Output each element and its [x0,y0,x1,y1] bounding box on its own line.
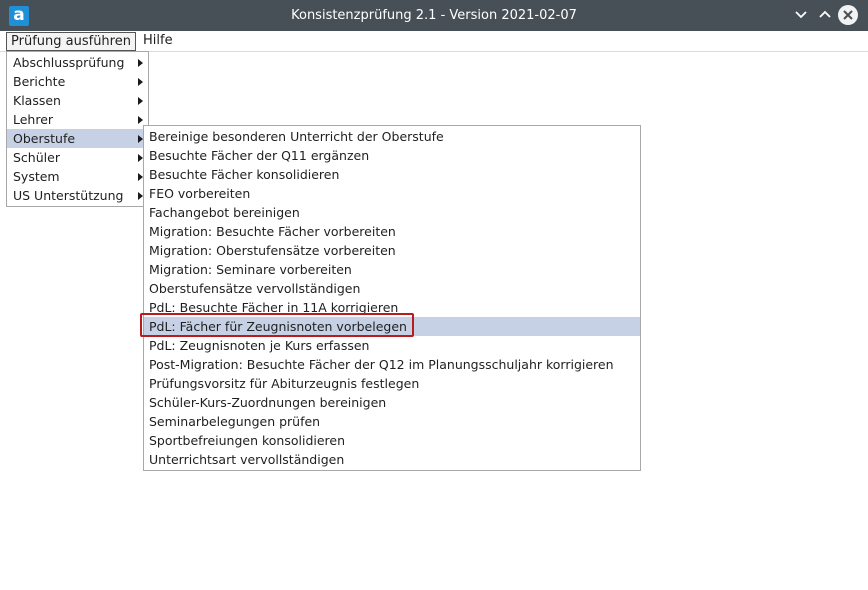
window-title: Konsistenzprüfung 2.1 - Version 2021-02-… [291,8,577,23]
submenu-item-label: Seminarbelegungen prüfen [149,414,321,429]
submenu-item-label: Besuchte Fächer der Q11 ergänzen [149,148,370,163]
submenu-item[interactable]: FEO vorbereiten [144,184,640,203]
submenu-arrow-icon [138,116,143,124]
submenu-item[interactable]: Migration: Seminare vorbereiten [144,260,640,279]
menu-item-schueler[interactable]: Schüler [7,148,148,167]
menu-item-label: Abschlussprüfung [13,55,125,70]
menu-item-us-unterstuetzung[interactable]: US Unterstützung [7,186,148,205]
title-bar: a Konsistenzprüfung 2.1 - Version 2021-0… [0,0,868,31]
submenu-item[interactable]: Unterrichtsart vervollständigen [144,450,640,469]
close-icon [843,10,853,20]
menu-item-label: Oberstufe [13,131,76,146]
submenu-item[interactable]: Prüfungsvorsitz für Abiturzeugnis festle… [144,374,640,393]
menu-item-system[interactable]: System [7,167,148,186]
submenu-item[interactable]: PdL: Besuchte Fächer in 11A korrigieren [144,298,640,317]
menu-hilfe[interactable]: Hilfe [139,32,177,49]
submenu-item-label: Sportbefreiungen konsolidieren [149,433,346,448]
submenu-item-label: Besuchte Fächer konsolidieren [149,167,340,182]
submenu-item-label: Migration: Seminare vorbereiten [149,262,352,277]
menu-item-label: Berichte [13,74,66,89]
submenu-item[interactable]: Seminarbelegungen prüfen [144,412,640,431]
submenu-item-label: Migration: Oberstufensätze vorbereiten [149,243,396,258]
submenu-item[interactable]: Sportbefreiungen konsolidieren [144,431,640,450]
menu-item-label: US Unterstützung [13,188,124,203]
submenu-item[interactable]: Fachangebot bereinigen [144,203,640,222]
submenu-arrow-icon [138,97,143,105]
submenu-item-label: PdL: Besuchte Fächer in 11A korrigieren [149,300,399,315]
menu-item-oberstufe[interactable]: Oberstufe [7,129,148,148]
submenu-item[interactable]: Besuchte Fächer konsolidieren [144,165,640,184]
pruefung-dropdown-menu: Abschlussprüfung Berichte Klassen Lehrer… [6,51,149,207]
submenu-item-label: Fachangebot bereinigen [149,205,300,220]
submenu-item-label: Prüfungsvorsitz für Abiturzeugnis festle… [149,376,420,391]
submenu-item[interactable]: PdL: Zeugnisnoten je Kurs erfassen [144,336,640,355]
submenu-item[interactable]: Migration: Oberstufensätze vorbereiten [144,241,640,260]
oberstufe-submenu: Bereinige besonderen Unterricht der Ober… [143,125,641,471]
submenu-arrow-icon [138,59,143,67]
chevron-down-icon [795,11,807,19]
submenu-item[interactable]: Migration: Besuchte Fächer vorbereiten [144,222,640,241]
submenu-item[interactable]: Schüler-Kurs-Zuordnungen bereinigen [144,393,640,412]
submenu-item-label: FEO vorbereiten [149,186,251,201]
submenu-item-selected[interactable]: PdL: Fächer für Zeugnisnoten vorbelegen [144,317,640,336]
submenu-item-label: PdL: Zeugnisnoten je Kurs erfassen [149,338,370,353]
submenu-item-label: Schüler-Kurs-Zuordnungen bereinigen [149,395,387,410]
submenu-item[interactable]: Oberstufensätze vervollständigen [144,279,640,298]
menu-item-label: System [13,169,60,184]
submenu-item-label: Bereinige besonderen Unterricht der Ober… [149,129,444,144]
submenu-item-label: Oberstufensätze vervollständigen [149,281,361,296]
minimize-button[interactable] [790,5,812,25]
menu-pruefung-ausfuehren[interactable]: Prüfung ausführen [6,32,136,51]
menu-item-label: Schüler [13,150,60,165]
chevron-up-icon [819,10,831,18]
submenu-arrow-icon [138,78,143,86]
submenu-item-label: Unterrichtsart vervollständigen [149,452,345,467]
menu-item-lehrer[interactable]: Lehrer [7,110,148,129]
menu-item-klassen[interactable]: Klassen [7,91,148,110]
submenu-item-label: Migration: Besuchte Fächer vorbereiten [149,224,396,239]
submenu-item[interactable]: Besuchte Fächer der Q11 ergänzen [144,146,640,165]
menu-item-label: Lehrer [13,112,54,127]
submenu-item[interactable]: Post-Migration: Besuchte Fächer der Q12 … [144,355,640,374]
close-button[interactable] [838,5,858,25]
menu-bar: Prüfung ausführen Hilfe [0,31,868,52]
submenu-item-label: Post-Migration: Besuchte Fächer der Q12 … [149,357,614,372]
menu-item-abschlusspruefung[interactable]: Abschlussprüfung [7,53,148,72]
maximize-button[interactable] [814,5,836,25]
submenu-item-label: PdL: Fächer für Zeugnisnoten vorbelegen [149,319,407,334]
menu-item-berichte[interactable]: Berichte [7,72,148,91]
menu-item-label: Klassen [13,93,61,108]
submenu-item[interactable]: Bereinige besonderen Unterricht der Ober… [144,127,640,146]
